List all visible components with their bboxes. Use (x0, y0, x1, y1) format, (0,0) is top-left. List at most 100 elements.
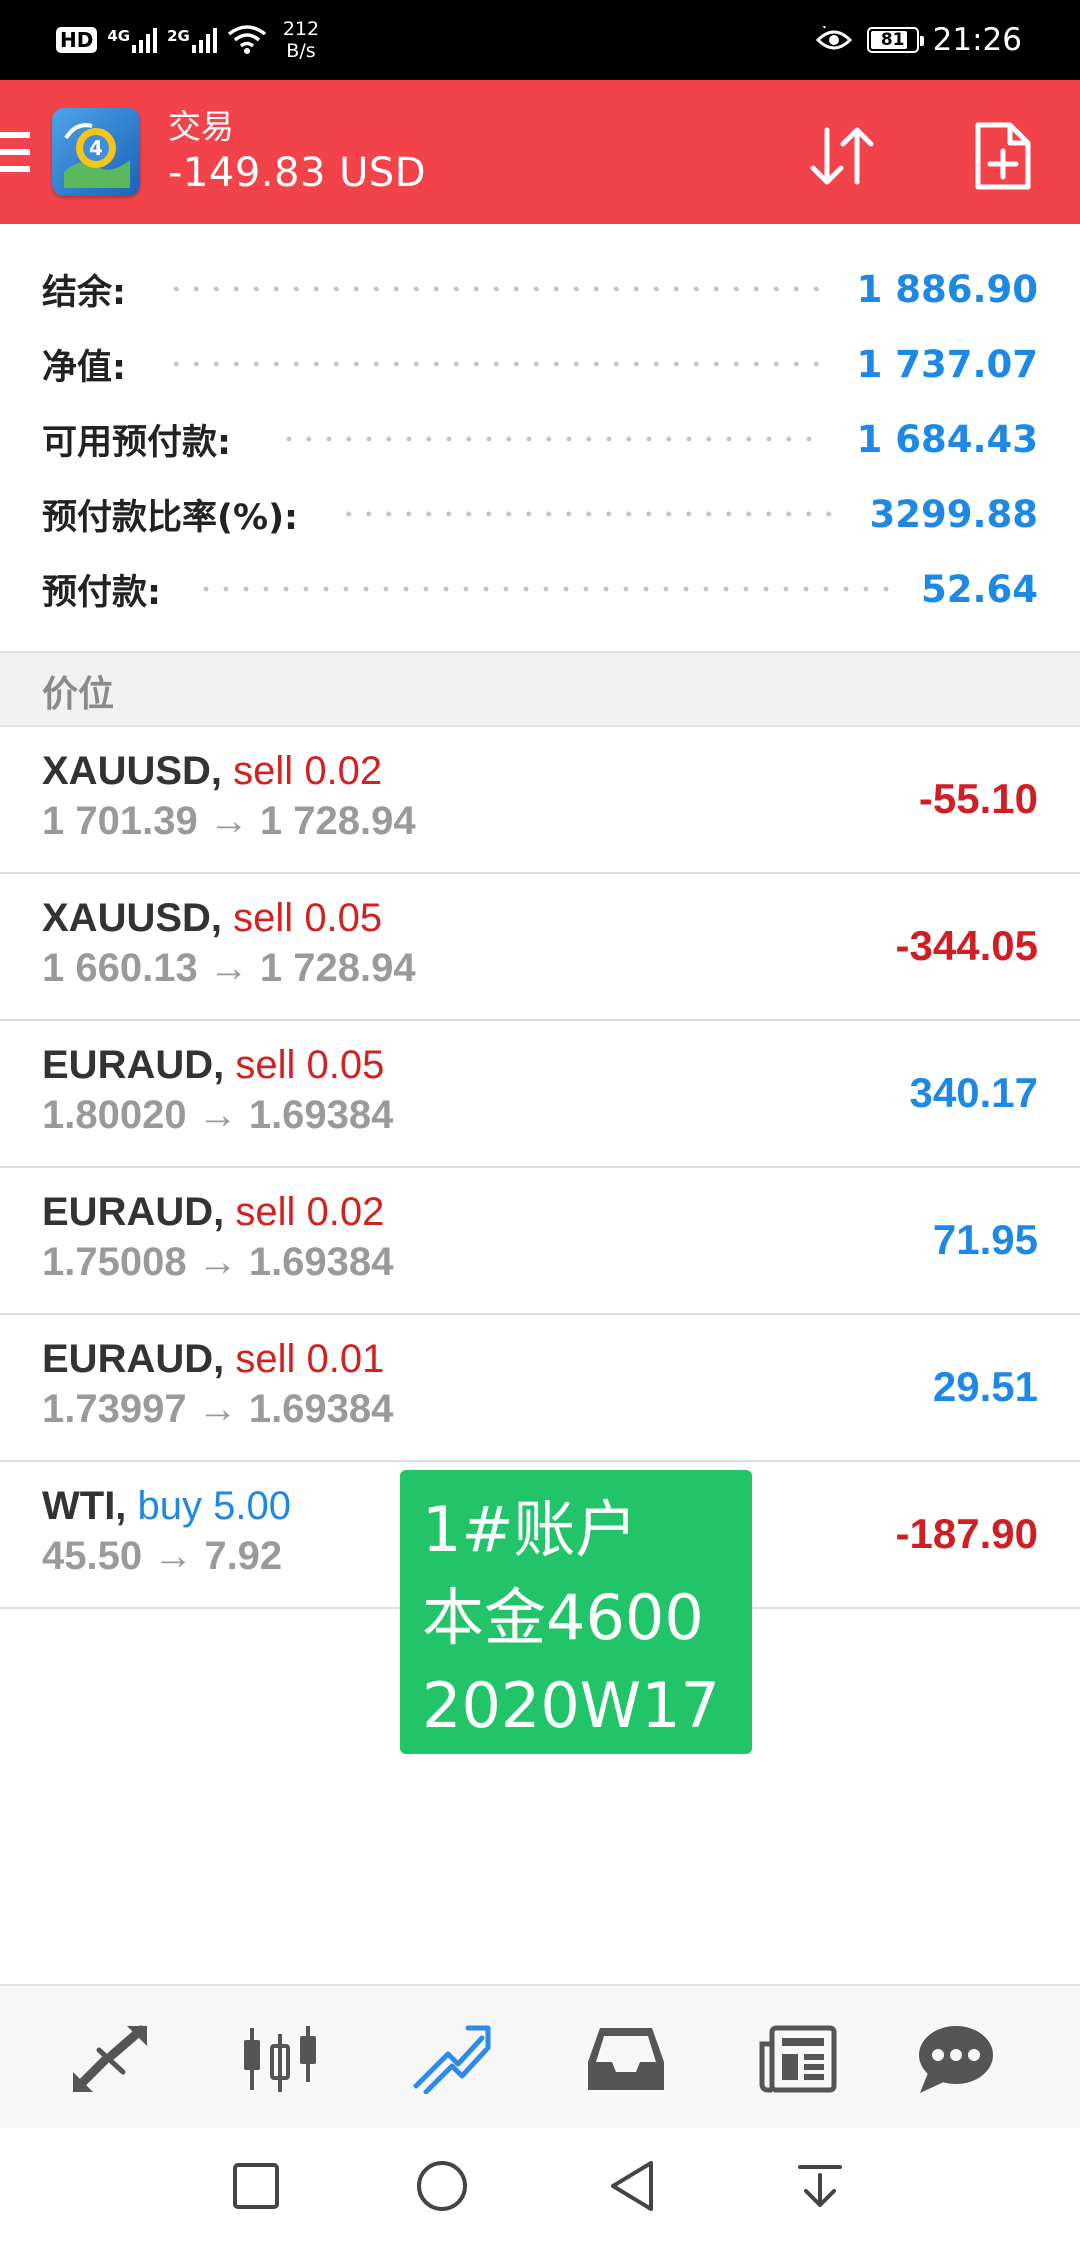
account-note-overlay: 1#账户 本金4600 2020W17 (400, 1470, 752, 1754)
nav-chat[interactable] (908, 2014, 1004, 2104)
position-prices: 1.73997 → 1.69384 (42, 1387, 394, 1431)
position-header: EURAUD, sell 0.02 (42, 1190, 384, 1235)
position-row[interactable]: EURAUD, sell 0.02 1.75008 → 1.69384 71.9… (0, 1168, 1080, 1315)
equity-value: 1 737.07 (856, 342, 1038, 386)
note-line-account: 1#账户 (422, 1493, 638, 1566)
position-volume: 0.02 (306, 1190, 385, 1234)
margin-label: 预付款: (42, 572, 161, 613)
balance-value: 1 886.90 (856, 267, 1038, 311)
margin-level-value: 3299.88 (869, 492, 1038, 536)
nav-news[interactable] (750, 2014, 846, 2104)
position-row[interactable]: EURAUD, sell 0.01 1.73997 → 1.69384 29.5… (0, 1315, 1080, 1462)
position-header: XAUUSD, sell 0.02 (42, 749, 382, 794)
free-margin-label: 可用预付款: (42, 422, 231, 463)
position-symbol: XAUUSD, (42, 749, 223, 793)
trade-icon (413, 2025, 491, 2094)
position-prices: 45.50 → 7.92 (42, 1534, 283, 1578)
sort-button[interactable] (802, 116, 882, 196)
dot-leader (203, 586, 889, 592)
position-profit: -55.10 (918, 775, 1038, 822)
position-volume: 0.05 (306, 1043, 385, 1087)
sort-arrows-icon (810, 127, 874, 185)
status-bar-left: HD 4G 2G 212 B/s (56, 14, 319, 66)
position-profit: 340.17 (909, 1069, 1038, 1116)
status-bar-right: 81 21:26 (815, 14, 1022, 66)
status-time: 21:26 (932, 22, 1022, 58)
home-circle-icon (417, 2161, 467, 2211)
header-profit: -149.83 USD (168, 150, 427, 196)
sim1-network-label: 4G (107, 27, 131, 45)
recents-square-icon (233, 2163, 279, 2209)
nav-trade[interactable] (404, 2014, 500, 2104)
signal-bars-icon (191, 27, 217, 53)
positions-section-header: 价位 (0, 651, 1080, 727)
notification-pulldown-button[interactable] (788, 2154, 852, 2218)
bottom-nav (0, 1984, 1080, 2128)
note-line-week: 2020W17 (422, 1669, 720, 1742)
position-side: sell (235, 1043, 296, 1087)
position-profit: -344.05 (895, 922, 1038, 969)
dot-leader (340, 511, 838, 517)
chart-icon (244, 2026, 316, 2092)
position-symbol: EURAUD, (42, 1190, 225, 1234)
new-order-icon (975, 122, 1031, 190)
network-speed-unit: B/s (286, 40, 316, 62)
position-profit: -187.90 (895, 1510, 1038, 1557)
history-icon (588, 2028, 664, 2090)
position-prices: 1 660.13 → 1 728.94 (42, 946, 416, 990)
battery-icon: 81 (866, 27, 924, 53)
section-title: 价位 (42, 674, 115, 715)
summary-row-equity: 净值: 1 737.07 (42, 339, 1038, 389)
hd-badge: HD (56, 27, 98, 53)
menu-icon[interactable] (0, 132, 30, 172)
margin-value: 52.64 (920, 567, 1038, 611)
signal-bars-icon (132, 27, 158, 53)
summary-row-margin: 预付款: 52.64 (42, 564, 1038, 614)
position-row[interactable]: XAUUSD, sell 0.05 1 660.13 → 1 728.94 -3… (0, 874, 1080, 1021)
sim2-network-label: 2G (167, 27, 190, 45)
position-volume: 0.05 (304, 896, 383, 940)
position-row[interactable]: XAUUSD, sell 0.02 1 701.39 → 1 728.94 -5… (0, 727, 1080, 874)
metatrader-logo: 4 (52, 108, 140, 196)
position-symbol: EURAUD, (42, 1043, 225, 1087)
position-profit: 71.95 (932, 1216, 1038, 1263)
position-side: sell (235, 1337, 296, 1381)
position-side: buy (137, 1484, 203, 1528)
notification-pulldown-icon (798, 2165, 842, 2207)
position-side: sell (233, 896, 294, 940)
position-prices: 1 701.39 → 1 728.94 (42, 799, 416, 843)
position-side: sell (235, 1190, 296, 1234)
position-symbol: WTI, (42, 1484, 127, 1528)
position-volume: 0.01 (306, 1337, 385, 1381)
dot-leader (168, 361, 825, 367)
position-symbol: EURAUD, (42, 1337, 225, 1381)
balance-label: 结余: (42, 272, 126, 313)
note-line-principal: 本金4600 (422, 1581, 704, 1654)
nav-history[interactable] (578, 2014, 674, 2104)
news-icon (759, 2025, 837, 2093)
sim1-signal: 4G (107, 27, 158, 53)
eye-comfort-icon (815, 26, 852, 50)
summary-row-free-margin: 可用预付款: 1 684.43 (42, 414, 1038, 464)
back-triangle-icon (611, 2161, 653, 2211)
dot-leader (273, 436, 825, 442)
position-row[interactable]: EURAUD, sell 0.05 1.80020 → 1.69384 340.… (0, 1021, 1080, 1168)
free-margin-value: 1 684.43 (856, 417, 1038, 461)
recents-button[interactable] (224, 2154, 288, 2218)
summary-row-balance: 结余: 1 886.90 (42, 264, 1038, 314)
system-nav-bar (0, 2128, 1080, 2244)
quotes-icon (73, 2025, 147, 2092)
equity-label: 净值: (42, 347, 126, 388)
new-order-button[interactable] (962, 116, 1042, 196)
position-prices: 1.75008 → 1.69384 (42, 1240, 394, 1284)
position-symbol: XAUUSD, (42, 896, 223, 940)
nav-chart[interactable] (232, 2014, 328, 2104)
nav-quotes[interactable] (62, 2014, 158, 2104)
home-button[interactable] (410, 2154, 474, 2218)
battery-level: 81 (880, 30, 905, 50)
app-header: 4 交易 -149.83 USD (0, 80, 1080, 224)
position-header: XAUUSD, sell 0.05 (42, 896, 382, 941)
dot-leader (168, 286, 825, 292)
back-button[interactable] (600, 2154, 664, 2218)
summary-row-margin-level: 预付款比率(%): 3299.88 (42, 489, 1038, 539)
